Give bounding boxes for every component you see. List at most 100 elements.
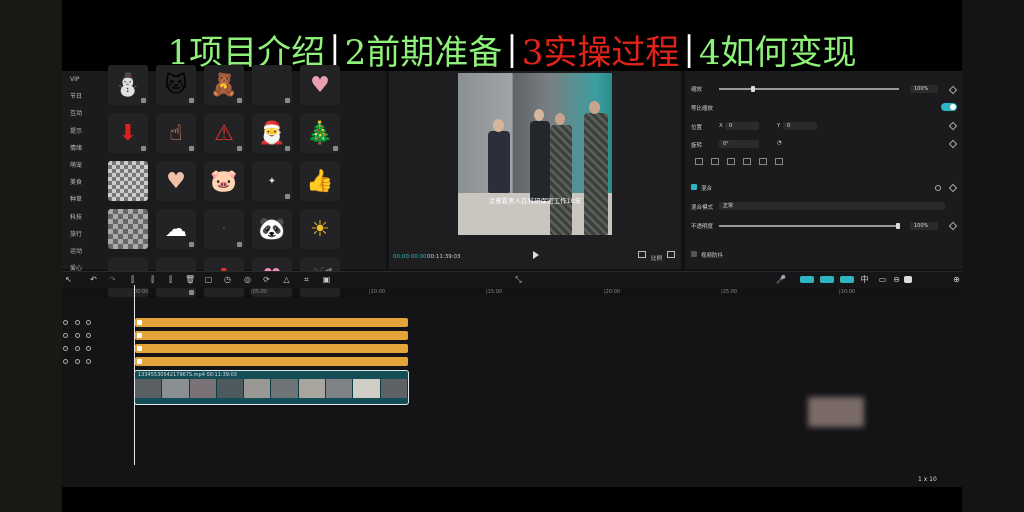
sticker-clip[interactable] [135,318,408,327]
redo-icon[interactable]: ↷ [108,275,117,284]
category-emotion[interactable]: 情绪 [62,140,104,157]
category-food[interactable]: 美食 [62,174,104,191]
opacity-slider-knob[interactable] [896,223,900,229]
category-tips[interactable]: 提示 [62,123,104,140]
blend-checkbox[interactable] [691,184,697,190]
rotate-icon[interactable]: ⟳ [262,275,271,284]
hand-sticker[interactable]: ☝ [156,113,196,153]
arrow-down-sticker[interactable]: ⬇ [108,113,148,153]
santa-sticker[interactable]: 🎄 [300,113,340,153]
pig-sticker[interactable]: 🐷 [204,161,244,201]
select-tool-icon[interactable]: ↖ [64,275,73,284]
category-tech[interactable]: 科技 [62,209,104,226]
warning-sticker[interactable]: ⚠ [204,113,244,153]
category-recommend[interactable]: 种草 [62,191,104,208]
blend-mode-select[interactable]: 正常 [719,202,945,210]
rotate-dial-icon[interactable]: ◔ [777,140,782,146]
bear-sticker[interactable]: 🧸 [204,65,244,105]
category-vip[interactable]: VIP [62,71,104,88]
align-left-icon[interactable] [695,158,703,165]
link-main-track-button[interactable] [800,276,814,283]
align-center-v-icon[interactable] [759,158,767,165]
visibility-icon[interactable] [75,359,80,364]
reverse-icon[interactable]: ◷ [223,275,232,284]
dots-sticker[interactable]: · [204,209,244,249]
position-y-input[interactable]: 0 [783,122,817,130]
keyframe-icon[interactable] [948,183,958,193]
align-center-h-icon[interactable] [711,158,719,165]
mosaic2-sticker[interactable] [108,209,148,249]
category-sports[interactable]: 运动 [62,243,104,260]
keyframe-icon[interactable] [948,85,958,95]
snowman-sticker[interactable]: ⛄ [108,65,148,105]
category-pets[interactable]: 萌宠 [62,157,104,174]
mute-icon[interactable] [86,359,91,364]
blank-sticker[interactable] [252,65,292,105]
delete-icon[interactable]: 🗑 [185,275,195,284]
lock-icon[interactable] [63,320,68,325]
mirror-icon[interactable]: ◎ [243,275,252,284]
video-preview[interactable]: 注意看男人在科研保密工作10年 [458,73,612,235]
fullscreen-icon[interactable] [638,251,646,258]
playhead[interactable] [134,285,135,465]
mic-icon[interactable]: 🎤 [776,275,786,284]
split-left-icon[interactable]: ⫿ [148,275,157,284]
opacity-slider[interactable] [719,225,899,227]
position-x-input[interactable]: 0 [725,122,759,130]
undo-icon[interactable]: ↶ [89,275,98,284]
cloud-face-sticker[interactable]: ☁ [156,209,196,249]
freeze-icon[interactable]: ▢ [204,275,213,284]
keyframe-icon[interactable] [948,139,958,149]
fit-icon[interactable]: ▣ [322,275,331,284]
magic-icon[interactable]: ⤡ [514,275,523,284]
keyframe-icon[interactable] [948,121,958,131]
mute-icon[interactable] [86,333,91,338]
rotate-input[interactable]: 0° [719,140,759,148]
category-travel[interactable]: 旅行 [62,226,104,243]
scale-slider[interactable] [719,88,899,90]
opacity-value[interactable]: 100% [910,222,938,230]
category-holiday[interactable]: 节日 [62,88,104,105]
heart-glow-sticker[interactable]: ♥ [156,161,196,201]
align-bottom-icon[interactable] [775,158,783,165]
zoom-out-icon[interactable]: ⊖ [892,275,901,284]
timeline-ruler[interactable]: 00:00 |05:00 |10:00 |15:00 |20:00 |25:00… [134,287,962,297]
scale-slider-knob[interactable] [751,86,755,92]
anti-shake-checkbox[interactable] [691,251,697,257]
reset-icon[interactable] [935,185,941,191]
sticker-clip[interactable] [135,357,408,366]
align-right-icon[interactable] [727,158,735,165]
panda-sticker[interactable]: 🐼 [252,209,292,249]
uniform-scale-toggle[interactable] [941,103,957,111]
crop-icon[interactable]: ⌗ [302,275,311,284]
lock-icon[interactable] [63,333,68,338]
split-right-icon[interactable]: ⫿ [166,275,175,284]
expand-icon[interactable] [667,251,675,258]
keyframe-icon[interactable] [948,221,958,231]
lock-icon[interactable] [63,359,68,364]
split-icon[interactable]: ⫿ [128,275,137,284]
mute-icon[interactable] [86,346,91,351]
sticker-clip[interactable] [135,344,408,353]
zoom-in-icon[interactable]: ⊕ [952,275,961,284]
align-top-icon[interactable] [743,158,751,165]
thumbs-up-sticker[interactable]: 👍 [300,161,340,201]
visibility-icon[interactable] [75,320,80,325]
video-clip[interactable]: 1334553054217967S.mp4 00:11:39:03 [134,370,409,405]
split-view-icon[interactable]: 中 [860,275,869,284]
mosaic-sticker[interactable] [108,161,148,201]
auto-snap-button[interactable] [840,276,854,283]
preview-axis-icon[interactable]: ▭ [878,275,887,284]
category-interaction[interactable]: 互动 [62,105,104,122]
zoom-slider[interactable] [904,276,912,283]
scale-value[interactable]: 100% [910,85,938,93]
cat-sticker[interactable]: 🐱 [156,65,196,105]
heart-sticker[interactable]: ♥ [300,65,340,105]
visibility-icon[interactable] [75,333,80,338]
santa-hat-sticker[interactable]: 🎅 [252,113,292,153]
lock-icon[interactable] [63,346,68,351]
link-audio-button[interactable] [820,276,834,283]
flip-icon[interactable]: △ [282,275,291,284]
sparkle-sticker[interactable]: ✦ [252,161,292,201]
mute-icon[interactable] [86,320,91,325]
